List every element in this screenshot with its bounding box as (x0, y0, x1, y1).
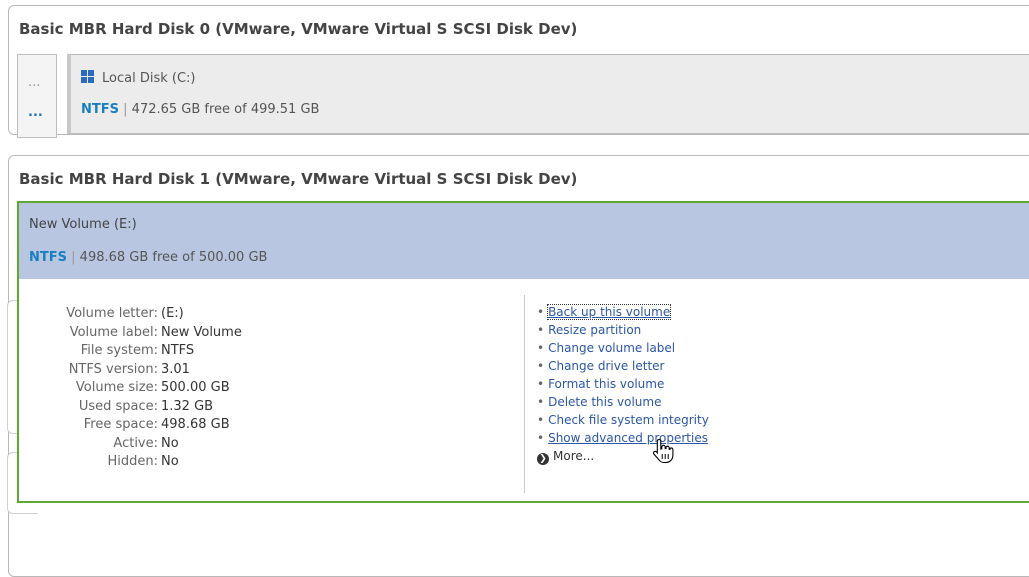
volume-e-space: 498.68 GB free of 500.00 GB (79, 250, 268, 265)
hand-cursor-icon (652, 438, 674, 464)
volume-e-name: New Volume (E:) (29, 217, 137, 232)
show-advanced-properties-link[interactable]: • Show advanced properties (537, 429, 709, 447)
property-value: 1.32 GB (161, 398, 214, 414)
backup-volume-link[interactable]: • Back up this volume (537, 303, 709, 321)
disk-0-unallocated-block[interactable]: ... ... (17, 54, 57, 138)
format-volume-link[interactable]: • Format this volume (537, 375, 709, 393)
volume-c-name: Local Disk (C:) (102, 71, 196, 86)
property-value: NTFS (161, 343, 195, 358)
property-value: 500.00 GB (161, 380, 230, 395)
volume-e-header[interactable]: New Volume (E:) NTFS | 498.68 GB free of… (19, 203, 1029, 279)
volume-c-fs-line: NTFS | 472.65 GB free of 499.51 GB (81, 102, 319, 117)
property-key: Used space: (78, 398, 158, 414)
disk-1-title: Basic MBR Hard Disk 1 (VMware, VMware Vi… (19, 170, 578, 188)
volume-c[interactable]: Local Disk (C:) NTFS | 472.65 GB free of… (67, 54, 1029, 134)
property-row: NTFS version: 3.01 (19, 361, 224, 380)
property-value: No (161, 435, 179, 451)
divider (524, 295, 525, 493)
change-volume-label-link[interactable]: • Change volume label (537, 339, 709, 357)
windows-icon (81, 70, 94, 83)
separator: | (71, 250, 76, 265)
property-key: Free space: (83, 417, 158, 432)
property-value: 498.68 GB (161, 417, 230, 432)
change-drive-letter-link[interactable]: • Change drive letter (537, 357, 709, 375)
disk-0-title: Basic MBR Hard Disk 0 (VMware, VMware Vi… (19, 20, 578, 38)
volume-c-space: 472.65 GB free of 499.51 GB (131, 102, 320, 117)
property-row: Used space: 1.32 GB (19, 398, 224, 417)
chevron-right-icon: ❯ (537, 453, 549, 465)
property-row: Free space: 498.68 GB (19, 416, 230, 435)
disk-0-panel[interactable]: Basic MBR Hard Disk 0 (VMware, VMware Vi… (8, 5, 1029, 138)
volume-name: Local Disk (C:) (81, 70, 195, 86)
property-key: Volume label: (69, 324, 158, 340)
file-system-label: NTFS (81, 102, 119, 117)
property-value: 3.01 (161, 361, 190, 377)
property-row: Volume size: 500.00 GB (19, 379, 230, 398)
property-value: New Volume (161, 324, 242, 340)
volume-e-fs-line: NTFS | 498.68 GB free of 500.00 GB (29, 250, 267, 265)
property-key: NTFS version: (68, 361, 158, 377)
resize-partition-link[interactable]: • Resize partition (537, 321, 709, 339)
file-system-label: NTFS (29, 250, 67, 265)
property-key: File system: (80, 343, 158, 358)
volume-actions: • Back up this volume • Resize partition •… (537, 303, 709, 465)
property-key: Hidden: (107, 454, 158, 469)
property-key: Volume letter: (66, 306, 158, 321)
property-value: (E:) (161, 306, 184, 321)
property-row: Volume letter: (E:) (19, 305, 224, 324)
volume-e-selected[interactable]: New Volume (E:) NTFS | 498.68 GB free of… (17, 201, 1029, 503)
volume-properties: Volume letter: (E:) Volume label: New Volu… (19, 305, 242, 472)
property-key: Volume size: (75, 380, 158, 395)
property-row: Active: No (19, 435, 224, 454)
check-file-system-link[interactable]: • Check file system integrity (537, 411, 709, 429)
ellipsis-icon: ... (28, 75, 41, 90)
separator: | (123, 102, 128, 117)
property-row: Hidden: No (19, 453, 224, 472)
more-button[interactable]: ❯ More... (537, 447, 709, 465)
ellipsis-icon: ... (28, 105, 43, 120)
property-key: Active: (113, 435, 158, 451)
property-row: Volume label: New Volume (19, 324, 242, 343)
delete-volume-link[interactable]: • Delete this volume (537, 393, 709, 411)
property-row: File system: NTFS (19, 342, 224, 361)
property-value: No (161, 454, 179, 469)
